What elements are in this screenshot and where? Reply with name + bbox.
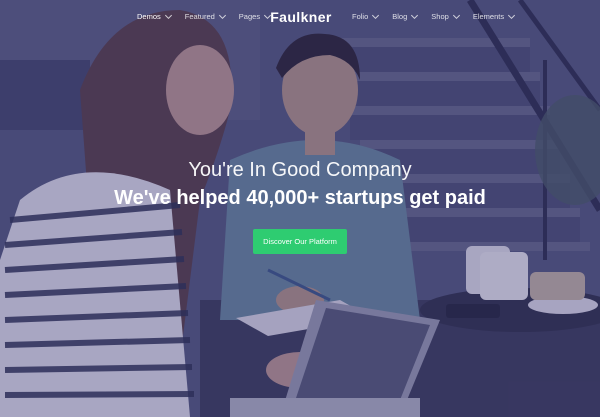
discover-platform-button[interactable]: Discover Our Platform bbox=[253, 229, 347, 254]
chevron-down-icon bbox=[164, 11, 172, 19]
nav-item-label: Folio bbox=[352, 12, 369, 21]
chevron-down-icon bbox=[411, 11, 419, 19]
chevron-down-icon bbox=[218, 11, 226, 19]
nav-item-label: Elements bbox=[472, 12, 505, 21]
nav-right-group: Folio Blog Shop Elements bbox=[352, 11, 516, 21]
nav-item-label: Featured bbox=[184, 12, 215, 21]
nav-item-label: Shop bbox=[431, 12, 449, 21]
nav-item-elements[interactable]: Elements bbox=[472, 11, 516, 21]
nav-item-shop[interactable]: Shop bbox=[431, 11, 460, 21]
nav-item-label: Blog bbox=[392, 12, 408, 21]
chevron-down-icon bbox=[508, 11, 516, 19]
main-navigation: Demos Featured Pages Faulkner Folio Blog bbox=[0, 0, 600, 36]
hero-headline: We've helped 40,000+ startups get paid bbox=[114, 187, 486, 209]
hero-text-block: You're In Good Company We've helped 40,0… bbox=[0, 158, 600, 211]
hero-tagline: You're In Good Company bbox=[188, 159, 412, 181]
chevron-down-icon bbox=[372, 11, 380, 19]
site-logo[interactable]: Faulkner bbox=[266, 9, 336, 25]
nav-item-demos[interactable]: Demos bbox=[137, 11, 172, 21]
nav-item-blog[interactable]: Blog bbox=[392, 11, 419, 21]
nav-item-label: Demos bbox=[137, 12, 161, 21]
nav-item-folio[interactable]: Folio bbox=[352, 11, 380, 21]
chevron-down-icon bbox=[452, 11, 460, 19]
nav-left-group: Demos Featured Pages bbox=[137, 11, 272, 21]
nav-item-label: Pages bbox=[238, 12, 261, 21]
hero-section: Demos Featured Pages Faulkner Folio Blog bbox=[0, 0, 600, 417]
nav-item-featured[interactable]: Featured bbox=[184, 11, 226, 21]
